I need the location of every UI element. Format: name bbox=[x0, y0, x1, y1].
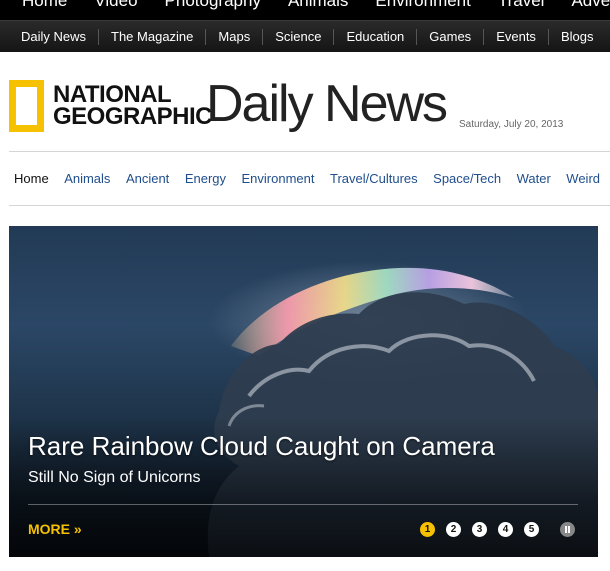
global-nav-item-environment[interactable]: Environment bbox=[375, 0, 470, 11]
more-link[interactable]: MORE » bbox=[28, 521, 82, 537]
sub-nav-item-daily-news[interactable]: Daily News bbox=[9, 29, 98, 45]
ng-wordmark-line2: GEOGRAPHIC bbox=[53, 103, 213, 130]
section-nav-item-weird[interactable]: Weird bbox=[566, 171, 600, 186]
sub-nav-item-blogs[interactable]: Blogs bbox=[547, 28, 606, 45]
slide-dot-5[interactable]: 5 bbox=[524, 522, 539, 537]
slide-dot-4[interactable]: 4 bbox=[498, 522, 513, 537]
section-nav-item-energy[interactable]: Energy bbox=[185, 171, 226, 186]
global-nav-item-home[interactable]: Home bbox=[22, 0, 67, 11]
masthead-date: Saturday, July 20, 2013 bbox=[459, 119, 564, 130]
sub-nav-item-games[interactable]: Games bbox=[416, 28, 483, 45]
hero-divider bbox=[28, 504, 578, 505]
hero-headline[interactable]: Rare Rainbow Cloud Caught on Camera bbox=[28, 431, 495, 462]
ng-yellow-border-logo[interactable] bbox=[9, 80, 44, 132]
daily-news-title[interactable]: Daily News bbox=[206, 74, 448, 134]
sub-nav-item-the-magazine[interactable]: The Magazine bbox=[98, 28, 205, 45]
global-nav-item-photography[interactable]: Photography bbox=[165, 0, 261, 11]
section-nav-item-animals[interactable]: Animals bbox=[64, 171, 110, 186]
global-nav-item-animals[interactable]: Animals bbox=[288, 0, 348, 11]
global-nav-item-travel[interactable]: Travel bbox=[498, 0, 545, 11]
pause-icon[interactable] bbox=[560, 522, 575, 537]
sub-nav-item-events[interactable]: Events bbox=[483, 28, 548, 45]
slide-pager: 1 2 3 4 5 bbox=[420, 522, 550, 537]
section-nav-item-space-tech[interactable]: Space/Tech bbox=[433, 171, 501, 186]
slide-dot-2[interactable]: 2 bbox=[446, 522, 461, 537]
section-nav-item-ancient[interactable]: Ancient bbox=[126, 171, 169, 186]
section-nav-item-water[interactable]: Water bbox=[517, 171, 551, 186]
divider bbox=[9, 205, 610, 206]
global-nav-item-video[interactable]: Video bbox=[94, 0, 137, 11]
slide-dot-3[interactable]: 3 bbox=[472, 522, 487, 537]
global-nav-item-adventure[interactable]: Adventure bbox=[571, 0, 610, 11]
sub-nav-item-education[interactable]: Education bbox=[333, 28, 416, 45]
hero-subhead: Still No Sign of Unicorns bbox=[28, 469, 201, 486]
sub-nav: Daily News The Magazine Maps Science Edu… bbox=[0, 20, 610, 52]
sub-nav-item-maps[interactable]: Maps bbox=[205, 28, 262, 45]
slide-dot-1[interactable]: 1 bbox=[420, 522, 435, 537]
section-nav-item-environment[interactable]: Environment bbox=[242, 171, 315, 186]
hero-slideshow[interactable]: Rare Rainbow Cloud Caught on Camera Stil… bbox=[9, 226, 598, 557]
sub-nav-item-science[interactable]: Science bbox=[262, 28, 333, 45]
section-nav: Home Animals Ancient Energy Environment … bbox=[14, 171, 610, 186]
divider bbox=[9, 151, 610, 152]
section-nav-item-home[interactable]: Home bbox=[14, 171, 49, 186]
section-nav-item-travel-cultures[interactable]: Travel/Cultures bbox=[330, 171, 418, 186]
global-nav: Home Video Photography Animals Environme… bbox=[0, 0, 610, 20]
ng-wordmark[interactable]: NATIONAL GEOGRAPHIC bbox=[53, 83, 213, 130]
